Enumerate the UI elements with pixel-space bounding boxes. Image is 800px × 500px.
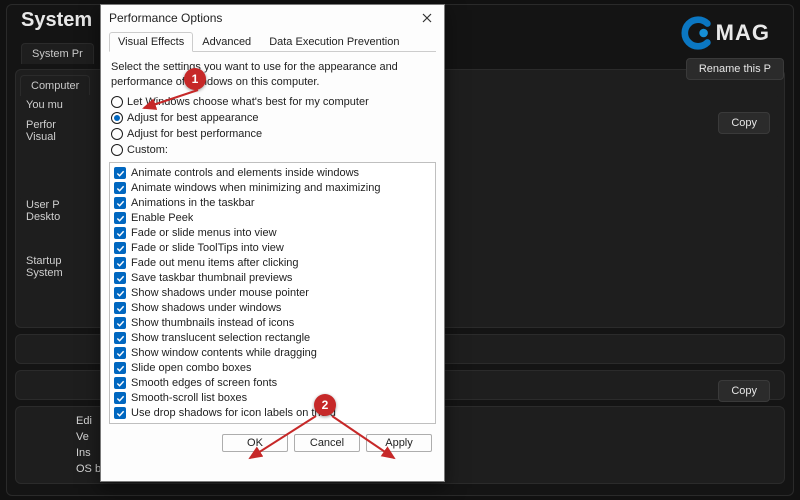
effects-checkbox-list[interactable]: Animate controls and elements inside win… <box>109 162 436 424</box>
effect-checkbox-row[interactable]: Smooth edges of screen fonts <box>114 376 431 391</box>
cmag-logo: MAG <box>677 14 770 52</box>
checkbox-checked-icon[interactable] <box>114 392 126 404</box>
effect-checkbox-row[interactable]: Animate windows when minimizing and maxi… <box>114 181 431 196</box>
performance-options-dialog: Performance Options Visual Effects Advan… <box>100 4 445 482</box>
effect-checkbox-row[interactable]: Animations in the taskbar <box>114 196 431 211</box>
checkbox-checked-icon[interactable] <box>114 407 126 419</box>
radio-label: Let Windows choose what's best for my co… <box>127 96 369 108</box>
checkbox-checked-icon[interactable] <box>114 197 126 209</box>
copy-button[interactable]: Copy <box>718 112 770 134</box>
effect-checkbox-row[interactable]: Smooth-scroll list boxes <box>114 391 431 406</box>
checkbox-checked-icon[interactable] <box>114 362 126 374</box>
effect-checkbox-row[interactable]: Fade out menu items after clicking <box>114 256 431 271</box>
checkbox-label: Enable Peek <box>131 211 193 226</box>
checkbox-checked-icon[interactable] <box>114 287 126 299</box>
dialog-description: Select the settings you want to use for … <box>109 52 436 94</box>
checkbox-label: Show shadows under mouse pointer <box>131 286 309 301</box>
logo-text: MAG <box>716 20 770 46</box>
annotation-marker-2: 2 <box>314 394 336 416</box>
dialog-title: Performance Options <box>109 11 222 25</box>
effect-checkbox-row[interactable]: Fade or slide menus into view <box>114 226 431 241</box>
radio-icon[interactable] <box>111 128 123 140</box>
checkbox-checked-icon[interactable] <box>114 317 126 329</box>
effect-checkbox-row[interactable]: Show thumbnails instead of icons <box>114 316 431 331</box>
checkbox-label: Slide open combo boxes <box>131 361 251 376</box>
effect-checkbox-row[interactable]: Save taskbar thumbnail previews <box>114 271 431 286</box>
radio-option-3[interactable]: Custom: <box>109 142 436 158</box>
effect-checkbox-row[interactable]: Use drop shadows for icon labels on the … <box>114 406 431 421</box>
radio-option-1[interactable]: Adjust for best appearance <box>109 110 436 126</box>
tab-dep[interactable]: Data Execution Prevention <box>260 32 408 52</box>
radio-label: Adjust for best performance <box>127 128 262 140</box>
checkbox-checked-icon[interactable] <box>114 377 126 389</box>
checkbox-checked-icon[interactable] <box>114 167 126 179</box>
checkbox-checked-icon[interactable] <box>114 347 126 359</box>
rename-pc-button[interactable]: Rename this P <box>686 58 784 80</box>
radio-label: Custom: <box>127 144 168 156</box>
checkbox-checked-icon[interactable] <box>114 212 126 224</box>
checkbox-label: Fade or slide ToolTips into view <box>131 241 284 256</box>
dialog-titlebar: Performance Options <box>101 5 444 31</box>
checkbox-checked-icon[interactable] <box>114 242 126 254</box>
radio-option-0[interactable]: Let Windows choose what's best for my co… <box>109 94 436 110</box>
checkbox-checked-icon[interactable] <box>114 272 126 284</box>
effect-checkbox-row[interactable]: Show translucent selection rectangle <box>114 331 431 346</box>
ok-button[interactable]: OK <box>222 434 288 452</box>
checkbox-label: Fade out menu items after clicking <box>131 256 299 271</box>
effect-checkbox-row[interactable]: Show shadows under windows <box>114 301 431 316</box>
annotation-marker-1: 1 <box>184 68 206 90</box>
checkbox-label: Show thumbnails instead of icons <box>131 316 294 331</box>
radio-icon[interactable] <box>111 144 123 156</box>
radio-option-2[interactable]: Adjust for best performance <box>109 126 436 142</box>
checkbox-label: Show window contents while dragging <box>131 346 317 361</box>
radio-label: Adjust for best appearance <box>127 112 258 124</box>
close-icon[interactable] <box>416 9 438 27</box>
radio-group: Let Windows choose what's best for my co… <box>109 94 436 158</box>
checkbox-label: Animations in the taskbar <box>131 196 255 211</box>
logo-c-icon <box>677 14 715 52</box>
checkbox-checked-icon[interactable] <box>114 182 126 194</box>
tab-computer-name[interactable]: Computer <box>20 75 90 96</box>
effect-checkbox-row[interactable]: Show shadows under mouse pointer <box>114 286 431 301</box>
tab-visual-effects[interactable]: Visual Effects <box>109 32 193 52</box>
effect-checkbox-row[interactable]: Fade or slide ToolTips into view <box>114 241 431 256</box>
checkbox-label: Save taskbar thumbnail previews <box>131 271 292 286</box>
checkbox-label: Animate windows when minimizing and maxi… <box>131 181 380 196</box>
checkbox-label: Smooth-scroll list boxes <box>131 391 247 406</box>
checkbox-label: Fade or slide menus into view <box>131 226 277 241</box>
tab-advanced[interactable]: Advanced <box>193 32 260 52</box>
effect-checkbox-row[interactable]: Show window contents while dragging <box>114 346 431 361</box>
checkbox-checked-icon[interactable] <box>114 227 126 239</box>
checkbox-label: Smooth edges of screen fonts <box>131 376 277 391</box>
checkbox-checked-icon[interactable] <box>114 302 126 314</box>
effect-checkbox-row[interactable]: Slide open combo boxes <box>114 361 431 376</box>
checkbox-label: Animate controls and elements inside win… <box>131 166 359 181</box>
checkbox-label: Show shadows under windows <box>131 301 281 316</box>
apply-button[interactable]: Apply <box>366 434 432 452</box>
effect-checkbox-row[interactable]: Enable Peek <box>114 211 431 226</box>
checkbox-label: Show translucent selection rectangle <box>131 331 310 346</box>
checkbox-checked-icon[interactable] <box>114 257 126 269</box>
tab-system-properties[interactable]: System Pr <box>21 43 94 64</box>
radio-icon[interactable] <box>111 112 123 124</box>
cancel-button[interactable]: Cancel <box>294 434 360 452</box>
dialog-tabs: Visual Effects Advanced Data Execution P… <box>109 31 436 52</box>
copy-button-2[interactable]: Copy <box>718 380 770 402</box>
checkbox-checked-icon[interactable] <box>114 332 126 344</box>
radio-icon[interactable] <box>111 96 123 108</box>
checkbox-label: Use drop shadows for icon labels on the … <box>131 406 336 421</box>
effect-checkbox-row[interactable]: Animate controls and elements inside win… <box>114 166 431 181</box>
